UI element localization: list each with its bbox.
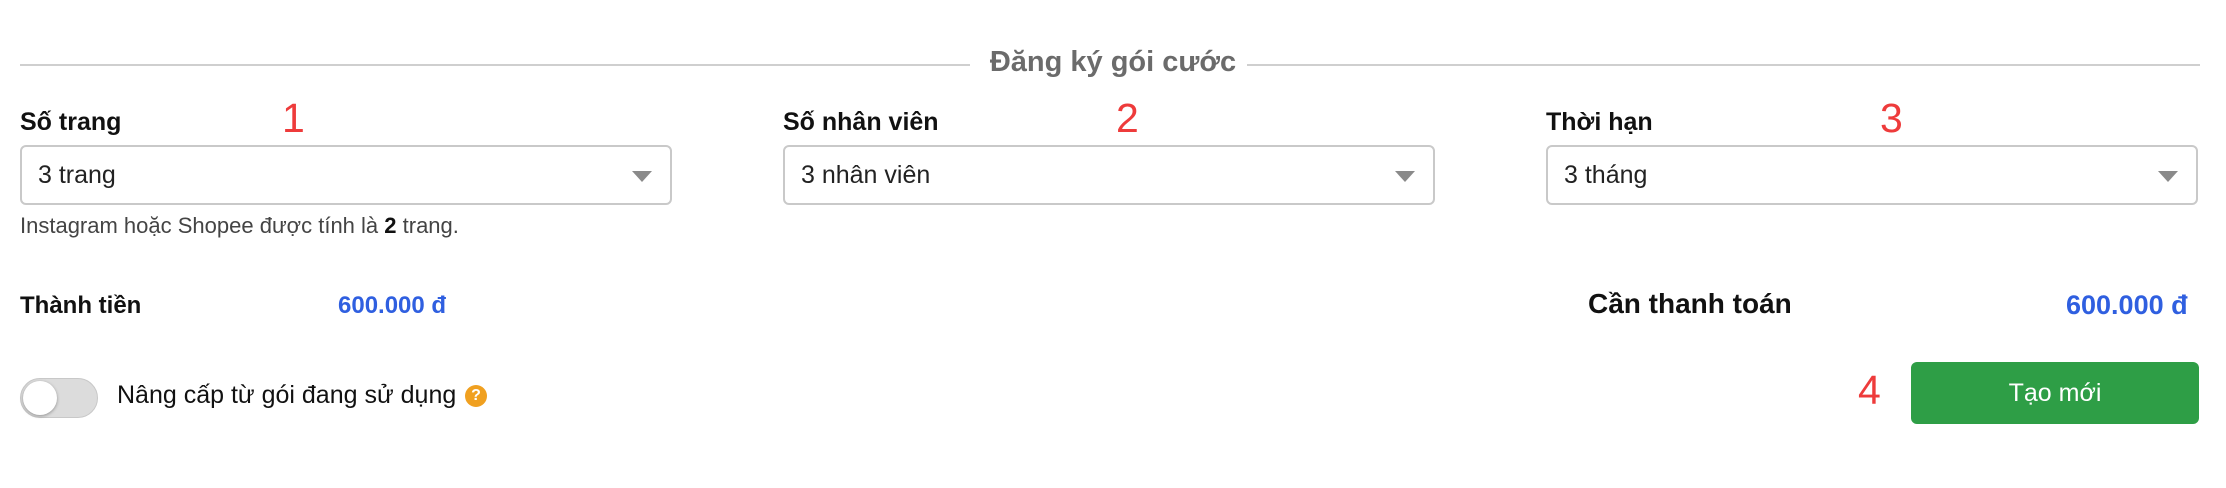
duration-select[interactable]: 3 tháng [1546,145,2198,205]
question-circle-icon[interactable]: ? [465,385,487,407]
subtotal-label: Thành tiền [20,292,142,319]
marker-2: 2 [1116,95,1139,141]
chevron-down-icon [2158,171,2178,182]
pages-label: Số trang [20,108,122,136]
employees-select[interactable]: 3 nhân viên [783,145,1435,205]
marker-3: 3 [1880,95,1903,141]
duration-select-value: 3 tháng [1564,161,1648,189]
chevron-down-icon [1395,171,1415,182]
subtotal-value: 600.000 đ [338,292,447,319]
section-divider-right [1247,64,2200,66]
toggle-knob [23,381,57,415]
section-title: Đăng ký gói cước [989,46,1237,78]
hint-bold-count: 2 [384,213,397,238]
upgrade-toggle-label: Nâng cấp từ gói đang sử dụng [117,381,457,409]
hint-prefix: Instagram hoặc Shopee được tính là [20,213,385,238]
employees-label: Số nhân viên [783,108,939,136]
chevron-down-icon [632,171,652,182]
marker-4: 4 [1858,367,1881,413]
payment-value: 600.000 đ [2066,290,2188,320]
upgrade-toggle[interactable] [20,378,98,418]
employees-select-value: 3 nhân viên [801,161,931,189]
marker-1: 1 [282,95,305,141]
hint-suffix: trang. [396,213,459,238]
pages-select[interactable]: 3 trang [20,145,672,205]
pages-hint: Instagram hoặc Shopee được tính là 2 tra… [20,213,459,239]
payment-label: Cần thanh toán [1588,288,1792,319]
pages-select-value: 3 trang [38,161,116,189]
duration-label: Thời hạn [1546,108,1653,136]
create-button[interactable]: Tạo mới [1911,362,2199,424]
